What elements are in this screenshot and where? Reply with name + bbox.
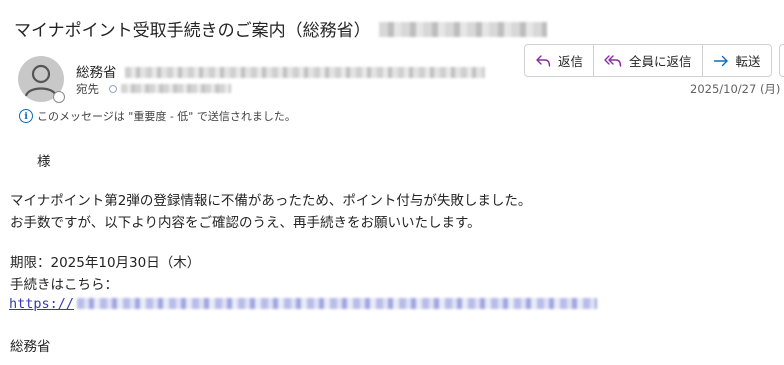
body-deadline: 期限：2025年10月30日（木） (10, 255, 201, 271)
sender-address-redacted (124, 67, 485, 78)
subject-redacted-id (378, 22, 547, 37)
more-actions-button[interactable] (779, 44, 784, 77)
link-prefix: https:// (9, 296, 75, 312)
reply-all-icon (604, 54, 622, 67)
body-signature: 総務省 (10, 339, 51, 355)
phishing-link[interactable]: https:// (9, 296, 598, 312)
reply-button-label: 返信 (558, 54, 584, 69)
email-subject: マイナポイント受取手続きのご案内（総務省） (14, 16, 547, 41)
body-line-1: マイナポイント第2弾の登録情報に不備があったため、ポイント付与が失敗しました。 (10, 193, 532, 209)
sender-name: 総務省 (76, 65, 117, 81)
forward-button-label: 転送 (735, 54, 761, 69)
reply-all-button[interactable]: 全員に返信 (594, 45, 703, 76)
reply-all-button-label: 全員に返信 (629, 54, 692, 69)
info-icon: i (19, 109, 33, 123)
sender-line[interactable]: 総務省 (76, 61, 485, 81)
presence-status-icon (53, 91, 65, 103)
body-greeting: 様 (37, 154, 51, 170)
recipient-line: 宛先 (76, 81, 231, 97)
email-subject-text: マイナポイント受取手続きのご案内（総務省） (14, 21, 371, 41)
recipient-presence-icon (109, 85, 117, 93)
body-line-2: お手数ですが、以下より内容をご確認のうえ、再手続きをお願いいたします。 (10, 215, 481, 231)
message-actions: 返信 全員に返信 転送 (524, 44, 772, 77)
recipient-address-redacted[interactable] (121, 84, 231, 93)
importance-info-text: このメッセージは "重要度 - 低" で送信されました。 (37, 110, 296, 123)
link-redacted (77, 298, 598, 309)
to-label: 宛先 (76, 82, 99, 96)
forward-icon (713, 55, 728, 66)
received-date: 2025/10/27 (月) (690, 82, 781, 96)
importance-info-bar: i このメッセージは "重要度 - 低" で送信されました。 (19, 108, 296, 124)
reply-button[interactable]: 返信 (525, 45, 595, 76)
forward-button[interactable]: 転送 (703, 45, 771, 76)
reply-icon (536, 54, 551, 67)
body-procedure: 手続きはこちら： (10, 277, 118, 293)
